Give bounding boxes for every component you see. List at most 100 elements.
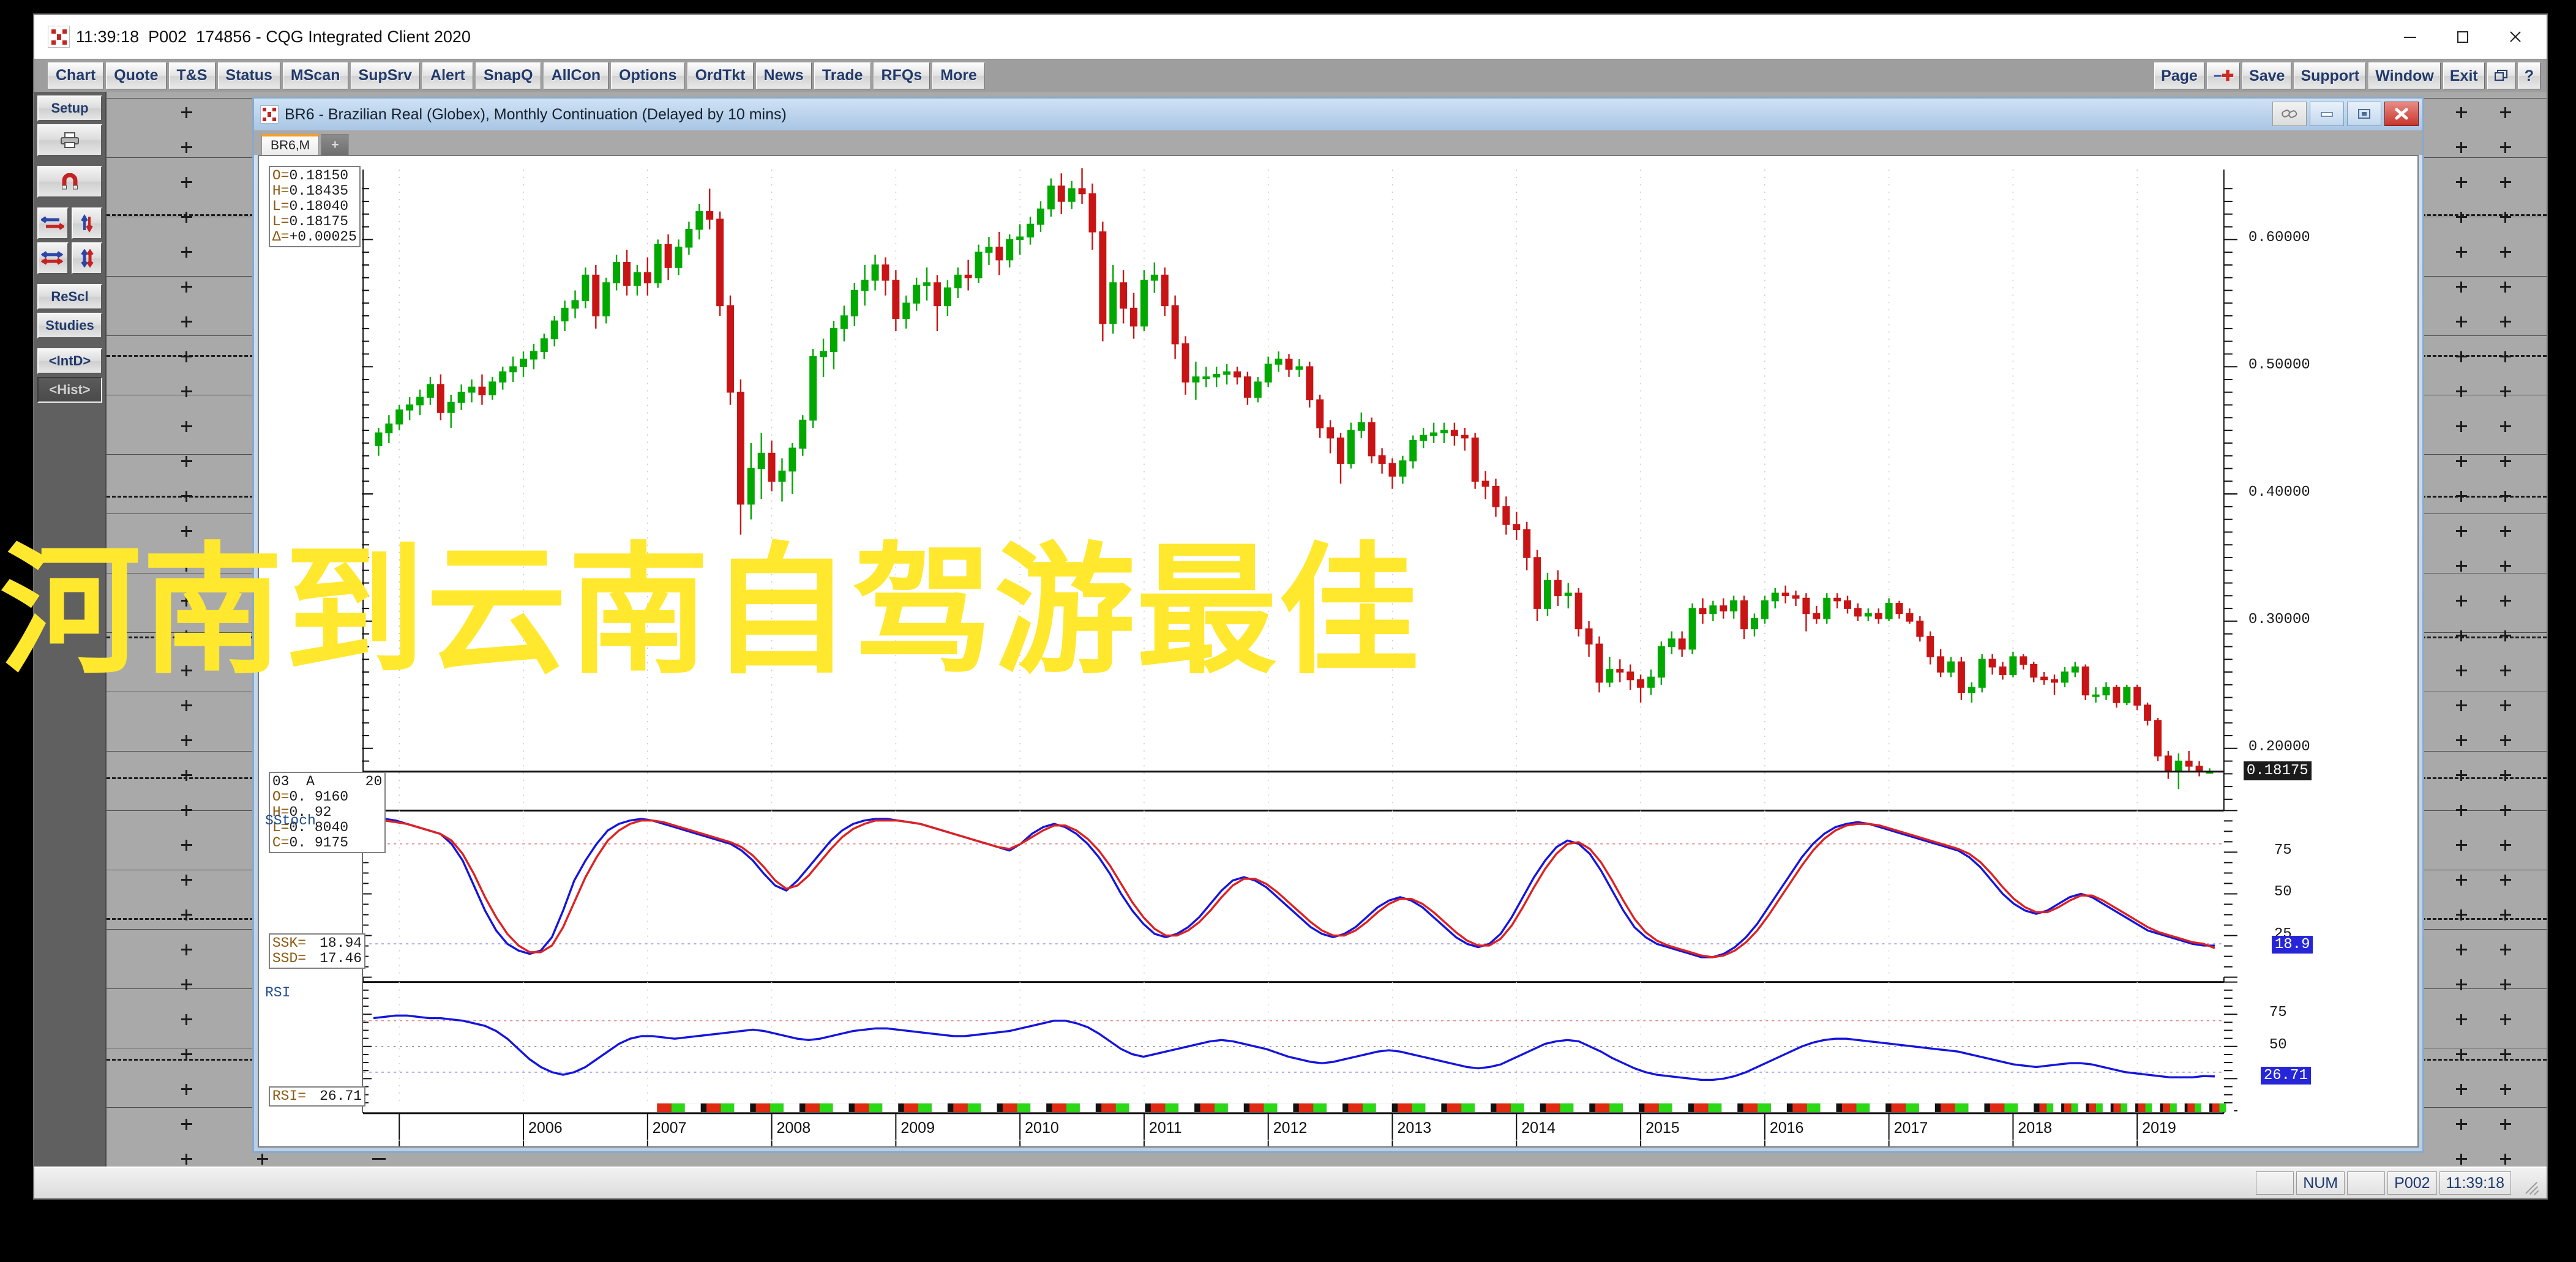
rsi-axis-label: 50 [2269, 1036, 2287, 1053]
ohlc-readout-value: 0. 9160 [289, 789, 349, 805]
x-axis-year-label: 2019 [2142, 1119, 2176, 1137]
workspace-tick [181, 561, 192, 572]
workspace-tick [181, 700, 192, 711]
history-button[interactable]: <Hist> [37, 377, 102, 403]
x-axis-year-label: 2018 [2018, 1119, 2053, 1137]
workspace-tick [2500, 177, 2511, 188]
rsi-readout-label: RSI= [272, 1088, 307, 1104]
workspace-tick [2500, 770, 2511, 781]
window-title: 11:39:18 P002 174856 - CQG Integrated Cl… [76, 27, 471, 46]
workspace-tick [2500, 1119, 2511, 1130]
sstoch-readout-label: SSD= [272, 950, 307, 966]
rescale-button[interactable]: ReScl [37, 284, 102, 310]
menu-button-rfqs[interactable]: RFQs [873, 62, 930, 89]
ohlc-readout-line: L=0.18040 [272, 199, 357, 214]
window-controls [2384, 15, 2542, 59]
studies-button[interactable]: Studies [37, 313, 102, 338]
chart-minimize-icon[interactable] [2310, 102, 2344, 126]
compress-horizontal-button[interactable] [37, 242, 69, 274]
workspace-tick [2456, 875, 2467, 886]
menu-button-more[interactable]: More [932, 62, 985, 89]
menu-button-trade[interactable]: Trade [814, 62, 871, 89]
price-axis-label: 0.60000 [2248, 230, 2310, 247]
magnet-snap-button[interactable] [37, 166, 102, 198]
chart-canvas[interactable]: 0.60000 0.50000 0.40000 0.30000 0.20000 0.181… [258, 155, 2419, 1148]
rsi-study-label: RSI [265, 984, 291, 1001]
chart-close-icon[interactable] [2384, 102, 2419, 126]
menu-button-allcon[interactable]: AllCon [543, 62, 609, 89]
x-axis-year-label: 2009 [900, 1119, 935, 1137]
menu-button-supsrv[interactable]: SupSrv [350, 62, 421, 89]
chart-link-icon[interactable] [2272, 102, 2307, 126]
workspace-tick [181, 351, 192, 362]
restore-window-button[interactable] [2487, 62, 2515, 89]
sstoch-current-label: 18.9 [2271, 936, 2313, 954]
ohlc-readout-value: +0.00025 [289, 229, 357, 245]
help-button[interactable]: ? [2517, 62, 2540, 89]
ohlc-readout-line: O=0.18150 [272, 168, 357, 184]
menu-button-chart[interactable]: Chart [48, 62, 104, 89]
chart-tab-active[interactable]: BR6,M [261, 134, 320, 155]
chart-tools-sidebar: Setup ReScl Studies <IntD> <Hist> [34, 92, 107, 1167]
ohlc-readout-label: C= [272, 835, 290, 851]
workspace-tick [2500, 247, 2511, 258]
close-button[interactable] [2489, 18, 2542, 56]
workspace-tick [181, 1014, 192, 1025]
menu-button-status[interactable]: Status [217, 62, 280, 89]
ohlc-readout-line: C=0. 9175 [272, 835, 382, 851]
maximize-button[interactable] [2436, 18, 2489, 56]
resize-grip[interactable] [2516, 1171, 2540, 1196]
intraday-button[interactable]: <IntD> [37, 348, 102, 374]
page-add-remove-button[interactable]: −✚ [2206, 62, 2241, 89]
pan-horizontal-button[interactable] [37, 207, 69, 239]
workspace-tick [181, 805, 192, 816]
menu-button-snapq[interactable]: SnapQ [476, 62, 541, 89]
ohlc-readout-label: O= [272, 168, 290, 184]
menu-button-support[interactable]: Support [2294, 62, 2367, 89]
workspace-tick [2456, 840, 2467, 851]
menu-button-t-s[interactable]: T&S [168, 62, 215, 89]
ohlc-readout-value: 0.18435 [289, 183, 349, 200]
menu-button-save[interactable]: Save [2242, 62, 2292, 89]
workspace-tick [181, 386, 192, 397]
menu-button-page[interactable]: Page [2154, 62, 2204, 89]
chart-tab-add-button[interactable]: + [321, 134, 350, 155]
menu-button-alert[interactable]: Alert [422, 62, 474, 89]
workspace-tick [2500, 630, 2511, 641]
workspace-tick [2500, 735, 2511, 746]
status-cell-num: NUM [2296, 1171, 2345, 1195]
workspace-tick [181, 909, 192, 920]
menu-button-ordtkt[interactable]: OrdTkt [687, 62, 754, 89]
chart-window-controls [2272, 102, 2419, 126]
workspace-tick [2456, 456, 2467, 467]
pan-vertical-button[interactable] [71, 207, 102, 239]
x-axis-year-label: 2016 [1769, 1119, 1804, 1137]
ohlc-readout-top: O=0.18150 H=0.18435 L=0.18040 L=0.18175 Δ=+0… [268, 166, 361, 248]
sstoch-readout-label: SSK= [272, 935, 307, 951]
workspace-tick [2456, 316, 2467, 327]
workspace-tick [181, 596, 192, 607]
chart-window-titlebar[interactable]: BR6 - Brazilian Real (Globex), Monthly C… [254, 99, 2422, 130]
menu-button-quote[interactable]: Quote [106, 62, 167, 89]
menu-button-options[interactable]: Options [611, 62, 685, 89]
menu-button-mscan[interactable]: MScan [282, 62, 348, 89]
workspace-tick [2456, 491, 2467, 502]
workspace-tick [2500, 596, 2511, 607]
print-button[interactable] [37, 124, 102, 156]
rsi-readout: RSI= 26.71 [268, 1086, 366, 1107]
chart-restore-icon[interactable] [2347, 102, 2381, 126]
x-axis-year-label: 2006 [528, 1119, 563, 1137]
sidebar-button-row [37, 242, 102, 274]
workspace-tick [2500, 421, 2511, 432]
setup-button[interactable]: Setup [37, 95, 102, 121]
compress-vertical-button[interactable] [71, 242, 102, 274]
menu-button-news[interactable]: News [755, 62, 812, 89]
menu-button-window[interactable]: Window [2368, 62, 2441, 89]
minimize-button[interactable] [2384, 18, 2436, 56]
menu-button-exit[interactable]: Exit [2443, 62, 2485, 89]
sstoch-readout-line: SSD= 17.46 [272, 950, 362, 966]
sidebar-button-row [37, 207, 102, 239]
